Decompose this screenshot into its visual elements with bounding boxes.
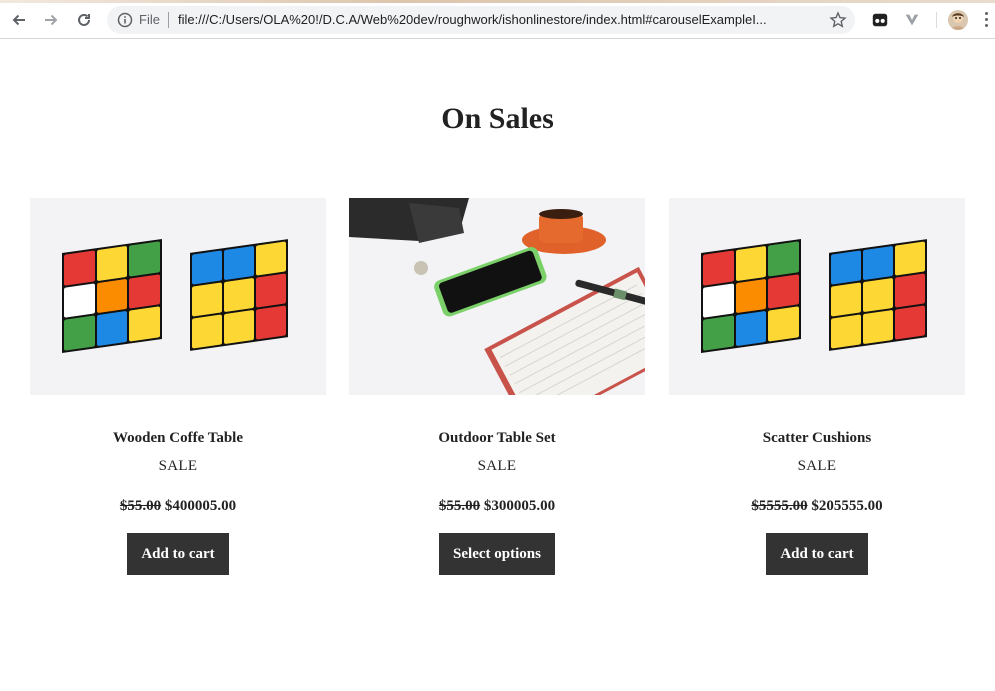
product-price: $55.00 $400005.00 xyxy=(30,496,326,516)
back-button[interactable] xyxy=(8,9,30,31)
current-price: $400005.00 xyxy=(164,498,237,514)
product-price: $55.00 $300005.00 xyxy=(349,496,645,516)
section-title: On Sales xyxy=(441,102,554,135)
bookmark-star-icon[interactable] xyxy=(829,11,847,29)
forward-arrow-icon xyxy=(45,14,58,26)
back-arrow-icon xyxy=(12,14,25,26)
old-price: $5555.00 xyxy=(751,498,808,514)
product-image[interactable] xyxy=(669,198,965,395)
desk-photo-icon xyxy=(349,198,645,395)
reload-button[interactable] xyxy=(73,9,95,31)
old-price: $55.00 xyxy=(119,498,162,514)
product-name[interactable]: Outdoor Table Set xyxy=(349,428,645,448)
sale-badge: SALE xyxy=(158,458,198,474)
sale-badge: SALE xyxy=(477,458,517,474)
url-scheme-label: File xyxy=(139,12,160,27)
current-price: $300005.00 xyxy=(483,498,556,514)
reload-icon xyxy=(78,13,90,26)
url-text[interactable]: file:///C:/Users/OLA%20!/D.C.A/Web%20dev… xyxy=(178,12,818,27)
address-bar[interactable]: File file:///C:/Users/OLA%20!/D.C.A/Web%… xyxy=(107,6,855,34)
toolbar-separator xyxy=(936,12,937,28)
add-to-cart-button[interactable]: Add to cart xyxy=(127,533,229,575)
product-image[interactable] xyxy=(30,198,326,395)
forward-button[interactable] xyxy=(40,9,62,31)
product-name[interactable]: Wooden Coffe Table xyxy=(30,428,326,448)
add-to-cart-button[interactable]: Add to cart xyxy=(766,533,868,575)
product-price: $5555.00 $205555.00 xyxy=(669,496,965,516)
product-name[interactable]: Scatter Cushions xyxy=(669,428,965,448)
select-options-button[interactable]: Select options xyxy=(439,533,555,575)
browser-toolbar: File file:///C:/Users/OLA%20!/D.C.A/Web%… xyxy=(0,0,995,39)
profile-avatar[interactable] xyxy=(948,10,968,30)
product-card: Scatter Cushions SALE $5555.00 $205555.0… xyxy=(669,198,965,575)
current-price: $205555.00 xyxy=(811,498,883,514)
product-card: Wooden Coffe Table SALE $55.00 $400005.0… xyxy=(30,198,326,575)
extension-v-icon[interactable] xyxy=(902,10,922,30)
old-price: $55.00 xyxy=(438,498,481,514)
address-separator xyxy=(168,12,169,28)
tab-strip-edge xyxy=(0,0,995,3)
extension-glasses-icon[interactable] xyxy=(870,10,890,30)
product-image[interactable] xyxy=(349,198,645,395)
sale-badge: SALE xyxy=(797,458,837,474)
info-icon[interactable] xyxy=(117,12,133,28)
browser-menu-icon[interactable] xyxy=(984,12,990,30)
product-card: Outdoor Table Set SALE $55.00 $300005.00… xyxy=(349,198,645,575)
